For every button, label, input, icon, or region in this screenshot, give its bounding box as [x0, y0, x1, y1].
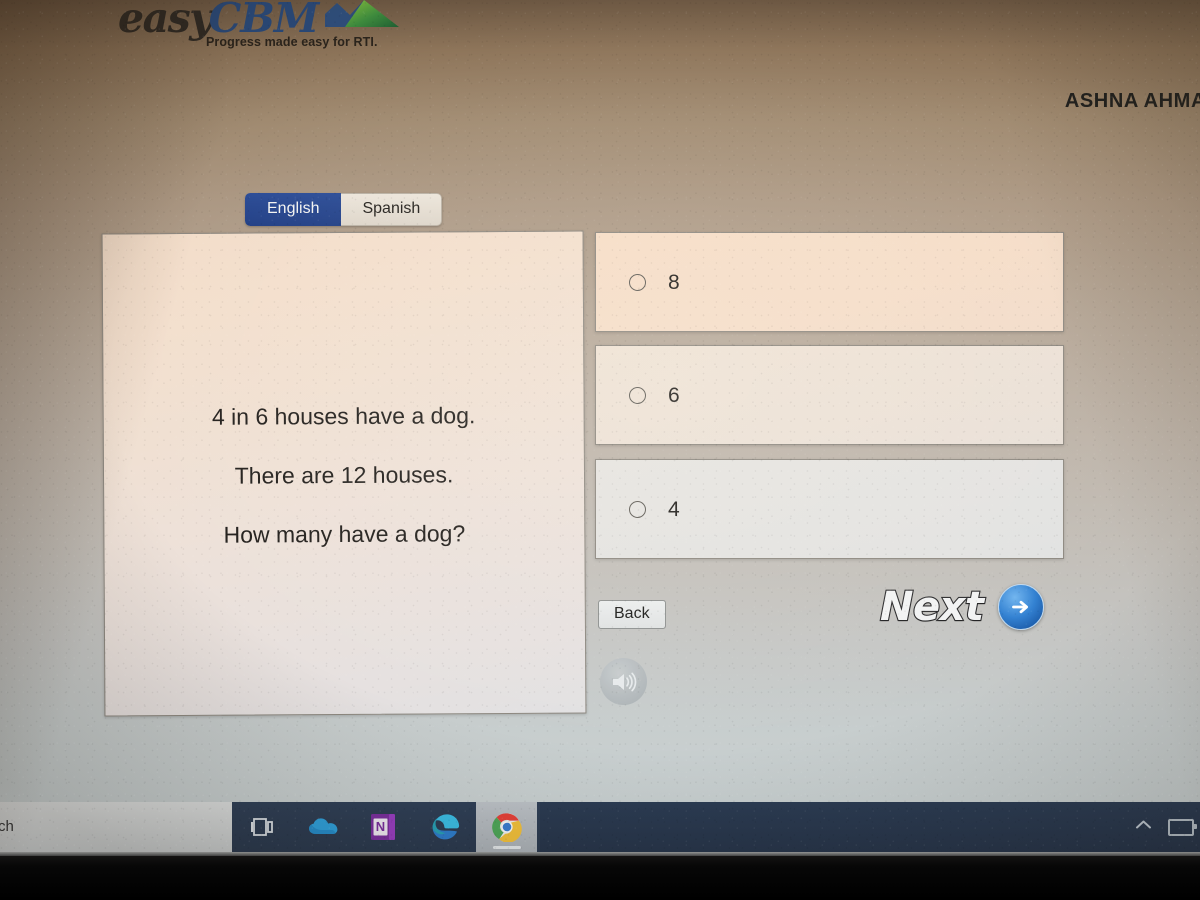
- logo-easy-text: easy: [118, 0, 213, 42]
- tab-spanish[interactable]: Spanish: [341, 193, 443, 226]
- question-panel: 4 in 6 houses have a dog. There are 12 h…: [101, 230, 587, 717]
- easycbm-logo[interactable]: easyCBM Progress made easy for RTI.: [118, 0, 418, 49]
- answer-option-label: 6: [668, 383, 680, 407]
- chevron-up-icon[interactable]: [1135, 818, 1152, 836]
- language-tab-group[interactable]: English Spanish: [245, 193, 443, 226]
- answer-option-2[interactable]: 6: [595, 345, 1064, 445]
- logo-wordmark: easyCBM: [118, 0, 418, 42]
- answer-option-label: 4: [668, 497, 680, 521]
- system-tray: [540, 802, 1200, 852]
- speaker-volume-icon: [612, 672, 636, 691]
- windows-taskbar: ch N: [0, 800, 1200, 856]
- task-view-icon[interactable]: [232, 802, 293, 852]
- chrome-icon[interactable]: [476, 802, 537, 852]
- radio-button-icon[interactable]: [629, 386, 646, 404]
- next-button-label: Next: [879, 584, 985, 630]
- taskbar-icon-group: N: [232, 802, 540, 852]
- answer-option-3[interactable]: 4: [595, 459, 1064, 559]
- question-line-3: How many have a dog?: [223, 520, 466, 548]
- answer-option-label: 8: [668, 270, 680, 294]
- answer-option-1[interactable]: 8: [595, 232, 1064, 332]
- laptop-bezel: [0, 856, 1200, 900]
- audio-play-button[interactable]: [600, 658, 647, 705]
- mountain-chart-icon: [325, 0, 399, 27]
- browser-page: easyCBM Progress made easy for RTI. ASHN…: [0, 0, 1200, 856]
- next-button[interactable]: Next: [879, 584, 1044, 630]
- arrow-right-circle-icon: [997, 584, 1044, 630]
- taskbar-search-text: ch: [0, 818, 14, 835]
- onedrive-icon[interactable]: [293, 802, 354, 852]
- active-app-indicator: [492, 846, 521, 849]
- radio-button-icon[interactable]: [629, 273, 646, 291]
- svg-text:N: N: [375, 819, 384, 834]
- battery-icon[interactable]: [1168, 818, 1197, 836]
- question-line-1: 4 in 6 houses have a dog.: [211, 402, 476, 430]
- edge-icon[interactable]: [415, 802, 476, 852]
- logo-cbm-text: CBM: [208, 0, 320, 42]
- back-button[interactable]: Back: [598, 600, 666, 629]
- tab-english[interactable]: English: [245, 193, 342, 226]
- question-text: 4 in 6 houses have a dog. There are 12 h…: [104, 402, 585, 548]
- student-name-label: ASHNA AHMA: [1064, 90, 1200, 112]
- taskbar-search-box[interactable]: ch: [0, 802, 232, 852]
- radio-button-icon[interactable]: [629, 500, 646, 518]
- laptop-screen-photo: easyCBM Progress made easy for RTI. ASHN…: [0, 0, 1200, 900]
- onenote-icon[interactable]: N: [354, 802, 415, 852]
- question-line-2: There are 12 houses.: [234, 461, 454, 489]
